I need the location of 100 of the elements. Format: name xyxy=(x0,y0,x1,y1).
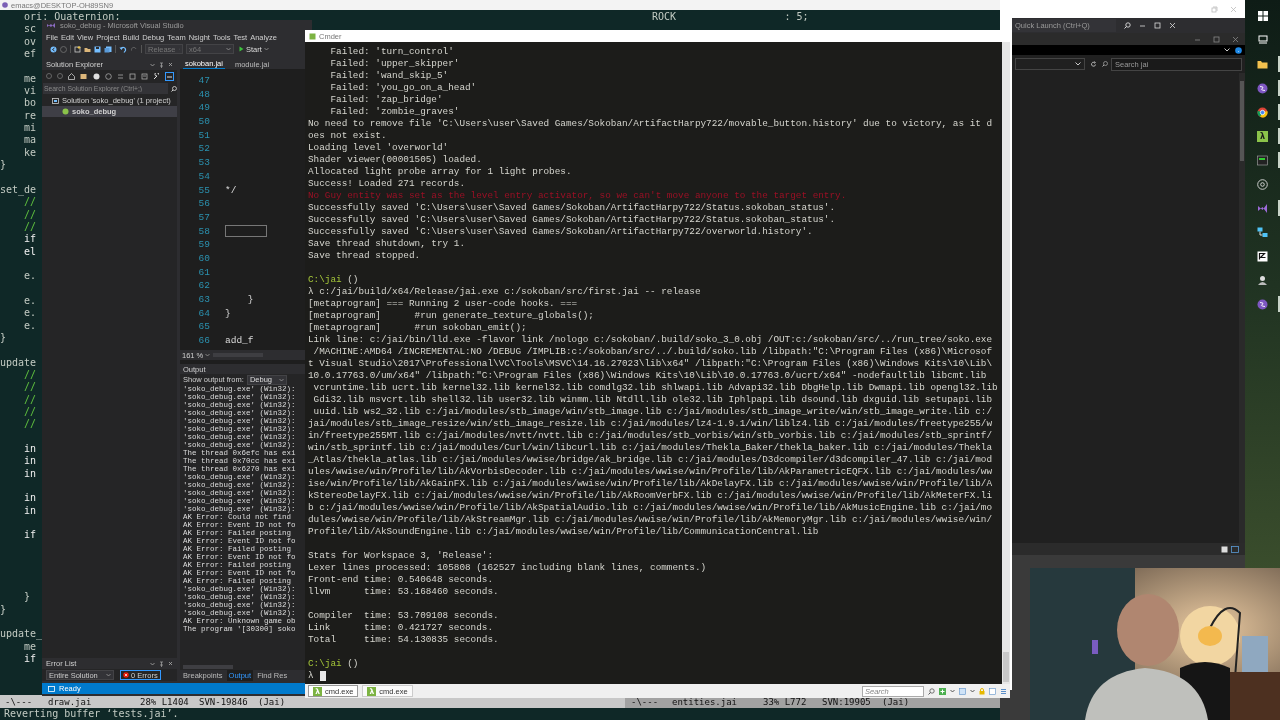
code-line: ori: Quaternion; xyxy=(23,11,121,22)
code-line: // xyxy=(23,208,37,220)
terminal-line: Success! Loaded 271 records. xyxy=(308,178,465,190)
terminal-line: win/stb_sprintf.lib c:/jai/modules/Curl/win/libcurl.lib c:/jai/modules/Thekla_Baker/thekla_baker.lib c:/jai/modules/Thekla xyxy=(308,442,993,454)
pin-icon[interactable] xyxy=(159,660,164,667)
terminal-line: jai/modules/stb_image_resize/win/stb_image_resize.lib c:/jai/modules/lz4-1.9.1/win/liblz4.lib c:/jai/modules/freetype255/w xyxy=(308,418,993,430)
back-icon[interactable] xyxy=(50,45,57,53)
square-logo-icon[interactable] xyxy=(1257,250,1268,262)
pin-icon[interactable] xyxy=(159,61,164,68)
code-line: in xyxy=(23,467,37,479)
terminal-line: No need to remove file 'C:\Users\user\Saved Games/Sokoban/ArtifactHarpy722/movable_button.history' due to victory, as it d xyxy=(308,118,993,130)
add-icon[interactable] xyxy=(939,687,946,695)
line-number: 51 xyxy=(197,128,210,143)
terminal-line: Failed: 'zap_bridge' xyxy=(329,94,443,106)
code-line: // xyxy=(23,381,37,393)
status-text: 28% L1404 xyxy=(140,696,190,707)
details-view-icon[interactable] xyxy=(1221,545,1228,553)
close-icon[interactable] xyxy=(168,62,173,67)
code-line: ef xyxy=(23,48,37,60)
code-line: } xyxy=(23,591,31,603)
circle-app-icon[interactable] xyxy=(1257,298,1268,310)
search-icon[interactable] xyxy=(928,687,935,695)
line-number: 66 xyxy=(197,334,210,348)
new-item-icon[interactable] xyxy=(74,45,81,53)
code-line: } xyxy=(0,331,7,343)
terminal-line: ules/wwise/win/Profile/lib/AkVorbisDecoder.lib c:/jai/modules/wwise/win/Profile/lib/AkParametricEQFX.lib c:/jai/modules/ww xyxy=(308,466,993,478)
terminal-line: [metaprogram] #run generate_texture_globals(); xyxy=(308,310,594,322)
code-line: e. xyxy=(23,294,37,306)
code-line: in xyxy=(23,443,37,455)
line-number: 64 xyxy=(197,306,210,321)
preview-icon[interactable] xyxy=(165,71,174,81)
status-text: -\--- xyxy=(5,696,34,707)
close-icon[interactable] xyxy=(1232,35,1239,43)
code-line: // xyxy=(23,418,37,430)
lambda-icon[interactable]: λ xyxy=(1257,130,1268,142)
error-icon xyxy=(123,672,129,678)
code-line: set_de xyxy=(0,183,37,195)
browser-icon[interactable] xyxy=(1257,106,1268,118)
dot-icon[interactable] xyxy=(93,72,100,80)
prompt-line: C:\jai () xyxy=(308,274,359,286)
refresh-icon[interactable] xyxy=(1090,60,1097,68)
terminal-line: Loading level 'overworld' xyxy=(308,142,449,154)
terminal-line: Link line: c:/jai/bin/lld.exe -flavor link /nologo c:/sokoban/.build/soko_3_0.obj /OUT:c:/sokoban/src/../run_tree/soko.exe xyxy=(308,334,993,346)
folder-icon[interactable] xyxy=(1257,59,1268,69)
code-line: e. xyxy=(23,270,37,282)
help-icon[interactable] xyxy=(1235,46,1242,54)
line-number: 59 xyxy=(197,238,210,252)
infinity-icon[interactable] xyxy=(1257,202,1268,214)
window-icon xyxy=(48,685,55,692)
line-number: 57 xyxy=(197,210,210,225)
scrollbar[interactable] xyxy=(1239,73,1245,543)
terminal-line: /MACHINE:AMD64 /INCREMENTAL:NO /DEBUG /IMPLIB:c:/sokoban/src/../.build/soko.lib /libpath:"C:\Program Files (x86)\Microsof xyxy=(312,346,993,358)
terminal-line: Front-end time: 0.540648 seconds. xyxy=(308,574,494,586)
caret-icon xyxy=(106,673,111,677)
wrench-icon[interactable] xyxy=(153,72,160,80)
chevron-icon[interactable] xyxy=(1224,48,1230,52)
clock-icon[interactable] xyxy=(105,72,112,80)
terminal-line: dules/wwise/win/Profile/lib/AkStreamMgr.lib c:/jai/modules/wwise/win/Profile/lib/AkMemoryMgr.lib c:/jai/modules/wwise/win/ xyxy=(308,514,993,526)
code-line: mi xyxy=(23,122,37,134)
caret-icon xyxy=(150,62,155,67)
save-all-icon[interactable] xyxy=(104,45,112,53)
caret-icon xyxy=(150,661,155,666)
aperture-icon[interactable] xyxy=(1257,178,1268,190)
terminal-line: Failed: 'upper_skipper' xyxy=(329,58,460,70)
code-line: in xyxy=(23,455,37,467)
play-icon xyxy=(239,46,244,52)
code-line: ov xyxy=(23,35,37,47)
minimize-icon[interactable] xyxy=(1139,22,1146,29)
status-text: SVN:19905 xyxy=(822,696,872,707)
code-line: } xyxy=(225,306,231,321)
status-text: SVN-19846 xyxy=(199,696,249,707)
terminal-icon[interactable] xyxy=(1257,154,1268,166)
scrollbar[interactable] xyxy=(1002,42,1010,684)
figure-icon[interactable] xyxy=(1257,274,1268,286)
terminal-line: oes not exist. xyxy=(308,130,387,142)
code-line: if xyxy=(23,233,37,245)
status-text: entities.jai xyxy=(672,696,739,707)
tiles-view-icon[interactable] xyxy=(1231,545,1239,553)
window-grid-icon[interactable] xyxy=(1257,11,1268,21)
circle-app-icon[interactable] xyxy=(1257,82,1268,94)
menu-icon[interactable] xyxy=(1000,687,1007,695)
code-line: vi xyxy=(23,85,37,97)
close-icon[interactable] xyxy=(168,661,173,666)
terminal-line: Allocated light probe array for 1 light probes. xyxy=(308,166,572,178)
code-line: add_f xyxy=(225,334,254,348)
properties-icon[interactable] xyxy=(141,72,148,80)
folder-icon[interactable] xyxy=(84,45,91,53)
terminal-line: b c:/jai/modules/wwise/win/Profile/lib/AkSpatialAudio.lib c:/jai/modules/wwise/win/Profile/lib/AkMusicEngine.lib c:/jai/mo xyxy=(308,502,993,514)
network-icon[interactable] xyxy=(1257,226,1268,238)
undo-icon[interactable] xyxy=(119,45,127,53)
line-number: 49 xyxy=(197,101,210,116)
maximize-icon[interactable] xyxy=(1213,35,1220,43)
command-line: λ xyxy=(308,670,314,682)
line-number: 48 xyxy=(197,87,210,102)
home-icon[interactable] xyxy=(68,72,75,80)
terminal-line: _Atlas/thekla_atlas.lib c:/jai/modules/wwise/bridge/ak_bridge.lib c:/jai/modules/D3dcompiler/d3dcompiler_47.lib c:/jai/mod xyxy=(308,454,993,466)
task-view-icon[interactable] xyxy=(1257,35,1268,45)
terminal-line: in/freetype255MT.lib c:/jai/modules/nvtt/nvtt.lib c:/jai/modules/stb_vorbis/win/stb_vorbis.lib c:/jai/modules/stb_sprintf/ xyxy=(308,430,993,442)
save-icon[interactable] xyxy=(94,45,101,53)
terminal-line: Failed: 'wand_skip_5' xyxy=(329,70,449,82)
